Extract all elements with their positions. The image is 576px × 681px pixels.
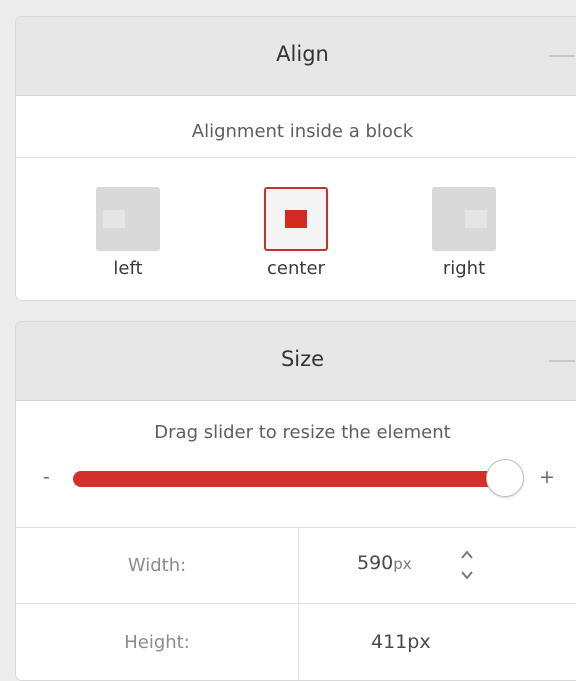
align-center-option[interactable]: center — [251, 187, 341, 287]
align-right-option[interactable]: right — [419, 187, 509, 287]
align-left-label: left — [113, 258, 143, 279]
align-center-icon — [264, 187, 328, 251]
align-right-icon — [432, 187, 496, 251]
width-label: Width: — [127, 555, 187, 576]
collapse-minus-icon[interactable] — [549, 360, 575, 362]
column-divider — [298, 527, 299, 680]
slider-increase-label: + — [539, 466, 555, 488]
align-panel-title: Align — [276, 42, 329, 66]
increment-arrow-icon[interactable] — [460, 549, 474, 561]
align-subtitle: Alignment inside a block — [191, 121, 414, 142]
collapse-minus-icon[interactable] — [549, 55, 575, 57]
divider — [16, 603, 576, 604]
height-value-text: 411px — [371, 631, 431, 653]
width-value: 590 — [357, 552, 394, 574]
align-left-option[interactable]: left — [83, 187, 173, 287]
height-label: Height: — [124, 632, 190, 653]
decrement-arrow-icon[interactable] — [460, 569, 474, 581]
height-value: 411px — [371, 631, 431, 653]
align-left-icon — [96, 187, 160, 251]
width-input[interactable]: 590px — [357, 552, 412, 574]
align-panel: Align Alignment inside a block left cent… — [15, 16, 576, 301]
align-right-label: right — [442, 258, 486, 279]
divider — [16, 527, 576, 528]
divider — [16, 157, 576, 158]
slider-decrease-label: - — [43, 466, 50, 488]
size-slider-track[interactable] — [73, 471, 520, 487]
size-panel: Size Drag slider to resize the element -… — [15, 321, 576, 681]
size-panel-header[interactable]: Size — [16, 322, 576, 401]
width-unit: px — [393, 555, 412, 573]
size-subtitle: Drag slider to resize the element — [154, 422, 451, 443]
align-panel-header[interactable]: Align — [16, 17, 576, 96]
align-center-label: center — [267, 258, 325, 279]
size-panel-title: Size — [280, 347, 325, 371]
size-slider-handle[interactable] — [486, 459, 524, 497]
